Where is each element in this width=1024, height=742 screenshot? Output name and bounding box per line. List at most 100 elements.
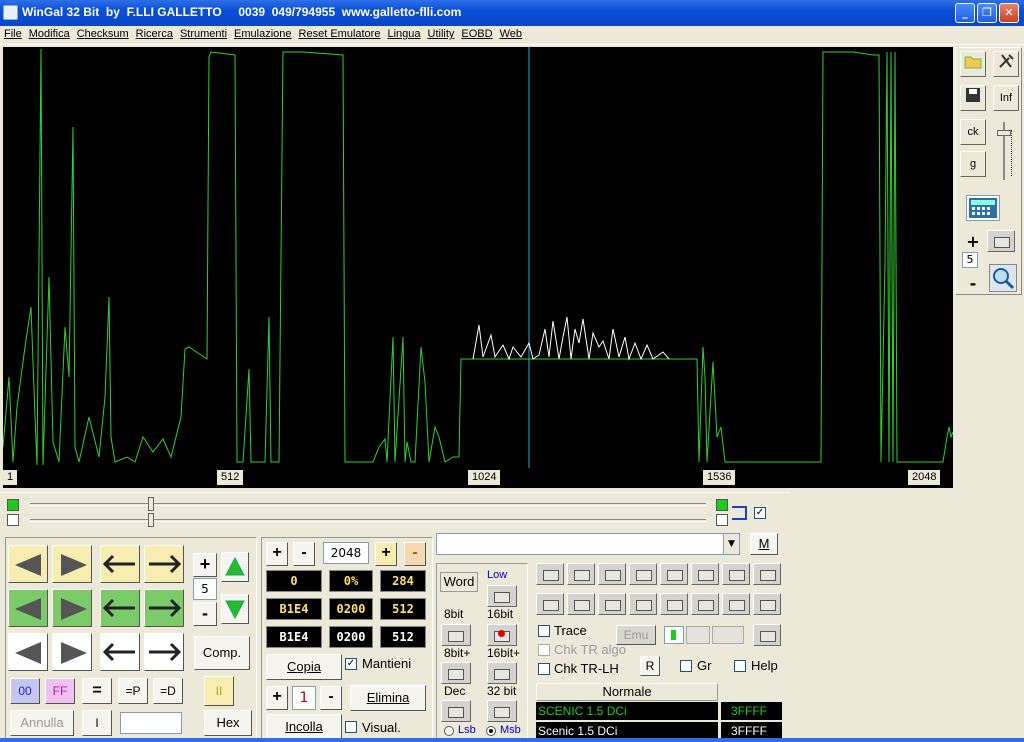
step-value-field[interactable]: 5 <box>193 578 217 600</box>
gr-checkbox[interactable] <box>680 660 692 672</box>
folder-icon[interactable] <box>753 624 781 646</box>
down-triangle-icon[interactable] <box>221 594 249 624</box>
folder-icon[interactable] <box>598 563 626 585</box>
menu-emulazione[interactable]: Emulazione <box>230 26 294 40</box>
msb-radio[interactable] <box>486 726 496 736</box>
folder-icon[interactable] <box>629 563 657 585</box>
count-minus-button[interactable]: - <box>320 686 342 710</box>
size-field[interactable]: 2048 <box>323 542 369 564</box>
folder-icon[interactable] <box>629 593 657 615</box>
magnifier-icon[interactable] <box>989 264 1017 292</box>
visual-checkbox[interactable] <box>345 721 357 733</box>
menu-eobd[interactable]: EOBD <box>457 26 495 40</box>
copia-button[interactable]: Copia <box>266 654 342 680</box>
chevron-down-icon[interactable]: ▼ <box>723 534 739 554</box>
folder-icon[interactable] <box>567 593 595 615</box>
green-step-left-icon[interactable] <box>100 589 140 627</box>
g-button[interactable]: g <box>960 151 986 177</box>
step-minus-button[interactable]: - <box>193 602 217 626</box>
value-input[interactable] <box>120 712 182 734</box>
pause-button[interactable]: II <box>204 676 234 706</box>
hex-button[interactable]: Hex <box>204 710 252 736</box>
app-icon[interactable] <box>3 5 18 20</box>
elimina-button[interactable]: Elimina <box>350 685 426 711</box>
folder-icon[interactable] <box>536 593 564 615</box>
zoom-minus-button[interactable]: - <box>962 274 984 294</box>
white-step-left-icon[interactable] <box>100 633 140 671</box>
color-swatch-white[interactable] <box>716 514 728 526</box>
equal-d-button[interactable]: =D <box>153 678 183 704</box>
fill-00-button[interactable]: 00 <box>10 678 40 704</box>
waveform-view[interactable] <box>3 47 953 468</box>
color-swatch-white[interactable] <box>7 514 19 526</box>
folder-icon[interactable] <box>691 563 719 585</box>
annulla-button[interactable]: Annulla <box>10 710 74 736</box>
size-plus-button[interactable]: + <box>266 542 288 566</box>
equal-p-button[interactable]: =P <box>118 678 148 704</box>
step-right-icon[interactable] <box>144 545 184 583</box>
folder-icon[interactable] <box>660 563 688 585</box>
scroll-left-button[interactable] <box>8 545 48 583</box>
r-button[interactable]: R <box>640 656 660 676</box>
white-scroll-left-button[interactable] <box>8 633 48 671</box>
file-row-size[interactable]: 3FFFF <box>721 702 782 720</box>
trace-checkbox[interactable] <box>538 625 550 637</box>
folder-icon[interactable] <box>536 563 564 585</box>
fill-ff-button[interactable]: FF <box>45 678 75 704</box>
horizontal-slider-top[interactable] <box>30 503 706 506</box>
dec-folder-icon[interactable] <box>441 700 471 722</box>
menu-reset-emulatore[interactable]: Reset Emulatore <box>295 26 384 40</box>
bit8plus-folder-icon[interactable] <box>441 662 471 684</box>
chk-tr-algo-checkbox[interactable] <box>538 644 550 656</box>
menu-lingua[interactable]: Lingua <box>383 26 423 40</box>
open-folder-icon[interactable] <box>960 51 986 77</box>
bit16plus-folder-icon[interactable] <box>487 662 517 684</box>
overlay-checkbox[interactable]: ✓ <box>754 507 766 519</box>
slider-thumb[interactable] <box>148 513 154 527</box>
menu-checksum[interactable]: Checksum <box>73 26 132 40</box>
low-folder-icon[interactable] <box>487 585 517 607</box>
slider-thumb[interactable] <box>148 497 154 511</box>
lsb-radio[interactable] <box>444 726 454 736</box>
folder-icon[interactable] <box>753 563 781 585</box>
i-button[interactable]: I <box>82 710 112 736</box>
orange-minus-button[interactable]: - <box>404 542 426 566</box>
folder-icon[interactable] <box>567 563 595 585</box>
folder-icon[interactable] <box>691 593 719 615</box>
white-step-right-icon[interactable] <box>144 633 184 671</box>
white-scroll-right-button[interactable] <box>52 633 92 671</box>
vertical-slider[interactable] <box>994 122 1014 180</box>
folder-icon[interactable] <box>722 563 750 585</box>
inf-button[interactable]: Inf <box>993 85 1019 111</box>
up-triangle-icon[interactable] <box>221 552 249 582</box>
folder-icon[interactable] <box>660 593 688 615</box>
scroll-right-button[interactable] <box>52 545 92 583</box>
folder-icon[interactable] <box>598 593 626 615</box>
folder-icon[interactable] <box>987 230 1015 252</box>
minimize-button[interactable]: _ <box>955 3 975 23</box>
ck-button[interactable]: ck <box>960 119 986 145</box>
green-scroll-right-button[interactable] <box>52 589 92 627</box>
tools-icon[interactable] <box>993 51 1019 77</box>
chk-tr-lh-checkbox[interactable] <box>538 663 550 675</box>
menu-file[interactable]: File <box>0 26 25 40</box>
step-plus-button[interactable]: + <box>193 553 217 577</box>
menu-web[interactable]: Web <box>496 26 525 40</box>
calculator-icon[interactable] <box>966 195 1000 221</box>
compare-button[interactable]: Comp. <box>194 636 250 670</box>
menu-modifica[interactable]: Modifica <box>25 26 73 40</box>
word-toggle[interactable]: Word <box>440 572 478 592</box>
count-field[interactable]: 1 <box>292 686 316 710</box>
file-dropdown[interactable]: ▼ <box>436 533 740 555</box>
menu-ricerca[interactable]: Ricerca <box>132 26 176 40</box>
green-step-right-icon[interactable] <box>144 589 184 627</box>
bit8-folder-icon[interactable] <box>441 624 471 646</box>
color-swatch-green[interactable] <box>716 499 728 511</box>
color-swatch-green[interactable] <box>7 499 19 511</box>
file-row-name[interactable]: SCENIC 1.5 DCi <box>536 702 718 720</box>
count-plus-button[interactable]: + <box>266 686 288 710</box>
m-button[interactable]: M <box>750 533 778 555</box>
save-icon[interactable] <box>960 85 986 111</box>
help-checkbox[interactable] <box>734 660 746 672</box>
horizontal-slider-bottom[interactable] <box>30 519 706 522</box>
